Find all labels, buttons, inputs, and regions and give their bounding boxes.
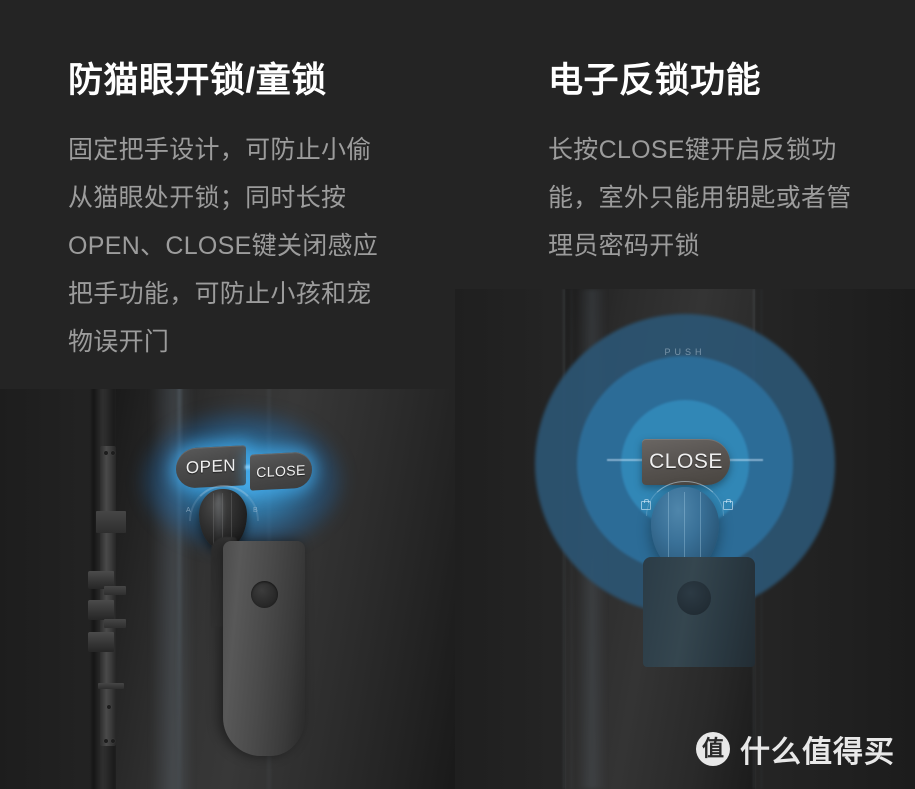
feature-heading-right: 电子反锁功能	[548, 61, 762, 100]
illustration-right-deadbolt-panel: PUSH CLOSE	[455, 289, 915, 789]
close-key[interactable]: CLOSE	[250, 451, 312, 491]
knob-highlight	[215, 493, 223, 541]
feature-body-left: 固定把手设计，可防止小偷从猫眼处开锁；同时长按OPEN、CLOSE键关闭感应把手…	[68, 136, 379, 356]
illustration-left-door-edge-lock: OPEN CLOSE A B	[0, 389, 460, 789]
close-key-label: CLOSE	[256, 461, 306, 481]
latch-screw	[107, 705, 111, 709]
latch-screw	[104, 739, 108, 743]
knob-rib	[684, 492, 685, 566]
lock-open-icon	[723, 499, 733, 510]
latch-keeper	[98, 683, 124, 689]
multipoint-latch-rail	[100, 446, 116, 746]
latch-keeper	[104, 586, 126, 595]
watermark-text: 什么值得买	[740, 736, 895, 769]
wall-backdrop-left	[0, 389, 100, 789]
latch-screw	[111, 739, 115, 743]
latch-screw	[111, 451, 115, 455]
push-label: PUSH	[664, 347, 706, 357]
lock-closed-icon	[641, 499, 651, 510]
feature-heading-left: 防猫眼开锁/童锁	[68, 61, 327, 100]
product-feature-panel: OPEN CLOSE A B PUSH CLOSE 防猫眼开锁/童锁 固定把手设…	[0, 0, 915, 789]
lock-lower-body-dot	[677, 581, 711, 615]
handle-pivot-dot	[251, 581, 278, 608]
panel-hairline-left	[607, 459, 643, 461]
latch-bolt	[88, 632, 114, 652]
knob-rib	[213, 493, 214, 545]
feature-body-right: 长按CLOSE键开启反锁功能，室外只能用钥匙或者管理员密码开锁	[548, 136, 852, 260]
close-key[interactable]: CLOSE	[642, 439, 730, 485]
panel-hairline-right	[727, 459, 763, 461]
door-handle[interactable]	[223, 541, 305, 756]
watermark: 值 什么值得买	[696, 727, 895, 771]
knob-rib	[700, 492, 701, 566]
close-key-label: CLOSE	[649, 450, 723, 473]
dial-mark-right: B	[253, 507, 258, 514]
watermark-logo-icon: 值	[696, 732, 730, 766]
latch-bolt	[88, 600, 114, 620]
dial-mark-left: A	[186, 507, 191, 514]
latch-screw	[104, 451, 108, 455]
latch-strike-plate	[96, 511, 126, 533]
latch-keeper	[104, 619, 126, 628]
open-key-label: OPEN	[185, 455, 237, 478]
knob-rib	[668, 492, 669, 566]
open-key[interactable]: OPEN	[176, 445, 246, 489]
